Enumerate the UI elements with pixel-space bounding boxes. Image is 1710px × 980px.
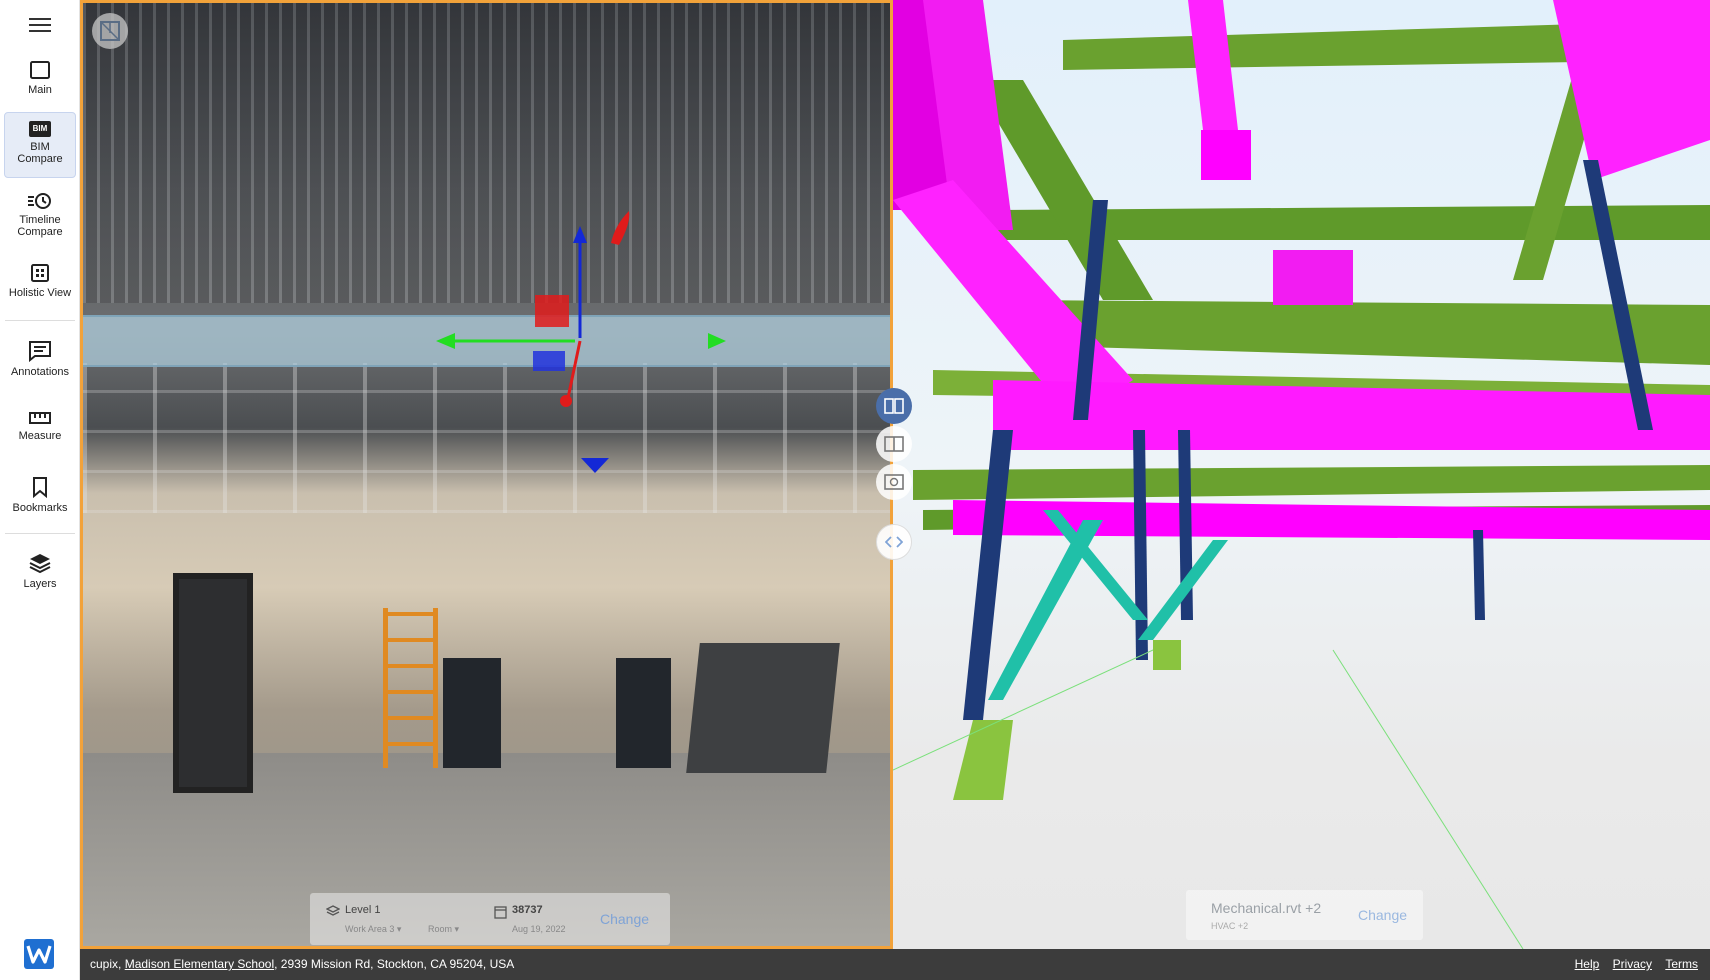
layers-icon (29, 554, 51, 574)
level-label: Level 1 (345, 904, 381, 916)
ceiling-deck (83, 3, 890, 303)
job-box (686, 643, 840, 773)
sidebar-item-bookmarks[interactable]: Bookmarks (4, 476, 76, 518)
help-link[interactable]: Help (1575, 957, 1600, 971)
sidebar-item-label: Timeline (19, 214, 61, 226)
sidebar-item-label: Main (28, 84, 52, 96)
split-view-button[interactable] (876, 388, 912, 424)
capture-date: Aug 19, 2022 (512, 924, 566, 934)
change-capture-button[interactable]: Change (600, 911, 649, 927)
inspect-view-button[interactable] (876, 464, 912, 500)
bookmark-icon (33, 477, 47, 498)
photo-viewer[interactable]: Level 1 Work Area 3 ▾ Room ▾ 38737 Aug 1… (80, 0, 893, 949)
square-view-icon (30, 61, 50, 79)
sidebar-item-label: Layers (23, 578, 57, 590)
sidebar-item-label: Bookmarks (12, 502, 68, 514)
minimap-icon (100, 21, 120, 41)
model-sub: HVAC +2 (1211, 921, 1249, 931)
work-area-select[interactable]: Work Area 3 ▾ (345, 924, 401, 935)
model-name: Mechanical.rvt +2 (1211, 900, 1322, 916)
sidebar-item-label: Annotations (10, 366, 70, 378)
bim-model-viewer[interactable]: Mechanical.rvt +2 HVAC +2 Change (893, 0, 1710, 949)
sidebar-item-label: Compare (17, 226, 63, 238)
sidebar-item-timeline-compare[interactable]: Timeline Compare (4, 192, 76, 240)
terms-link[interactable]: Terms (1665, 957, 1698, 971)
footer: cupix, Madison Elementary School, 2939 M… (80, 949, 1710, 980)
work-area-label: Work Area 3 (345, 924, 395, 934)
capture-info-card: Level 1 Work Area 3 ▾ Room ▾ 38737 Aug 1… (310, 893, 670, 945)
change-model-button[interactable]: Change (1358, 907, 1407, 923)
bim-icon: BIM (29, 121, 51, 137)
grid-view-icon (31, 264, 49, 282)
view-mode-controls (876, 388, 912, 500)
project-link[interactable]: Madison Elementary School (125, 957, 274, 971)
footer-links: Help Privacy Terms (1565, 949, 1698, 980)
sidebar-item-label: Measure (18, 430, 62, 442)
overlay-view-icon (884, 436, 904, 452)
overlay-view-button[interactable] (876, 426, 912, 462)
inspect-icon (884, 474, 904, 490)
split-view-icon (884, 398, 904, 414)
sidebar-item-holistic-view[interactable]: Holistic View (4, 263, 76, 303)
sidebar: Main BIM BIM Compare Timeline Compare Ho… (0, 0, 80, 980)
sidebar-item-label: Compare (17, 153, 63, 165)
drywall-panel (616, 658, 671, 768)
sidebar-item-layers[interactable]: Layers (4, 552, 76, 594)
project-address: , 2939 Mission Rd, Stockton, CA 95204, U… (274, 957, 515, 971)
calendar-icon (494, 906, 507, 919)
company-name: cupix, (90, 957, 122, 971)
model-info-card: Mechanical.rvt +2 HVAC +2 Change (1186, 890, 1423, 940)
sidebar-item-label: BIM (30, 141, 50, 153)
room-select[interactable]: Room ▾ (428, 924, 459, 935)
sidebar-item-bim-compare[interactable]: BIM BIM Compare (4, 112, 76, 178)
ladder (383, 608, 438, 768)
sidebar-divider (5, 320, 75, 321)
sidebar-item-measure[interactable]: Measure (4, 410, 76, 450)
splitter-drag-handle[interactable] (876, 524, 912, 560)
room-label: Room (428, 924, 453, 934)
app-logo-icon (24, 939, 54, 969)
sidebar-item-label: Holistic View (8, 287, 72, 299)
sidebar-item-main[interactable]: Main (4, 60, 76, 106)
drywall-panel (443, 658, 501, 768)
bim-model-render (893, 0, 1710, 949)
drag-arrows-icon (885, 536, 903, 548)
ceiling-grid (83, 363, 890, 513)
ruler-icon (29, 412, 51, 424)
timeline-clock-icon (28, 193, 51, 209)
sidebar-divider (5, 533, 75, 534)
sidebar-item-annotations[interactable]: Annotations (4, 340, 76, 380)
hamburger-menu-icon[interactable] (27, 14, 53, 38)
bim-duct-overlay[interactable] (83, 315, 890, 367)
doorway (173, 573, 253, 793)
annotations-icon (29, 341, 51, 362)
minimap-toggle-button[interactable] (92, 13, 128, 49)
privacy-link[interactable]: Privacy (1613, 957, 1652, 971)
capture-id: 38737 (512, 904, 543, 916)
layers-icon (326, 905, 340, 916)
